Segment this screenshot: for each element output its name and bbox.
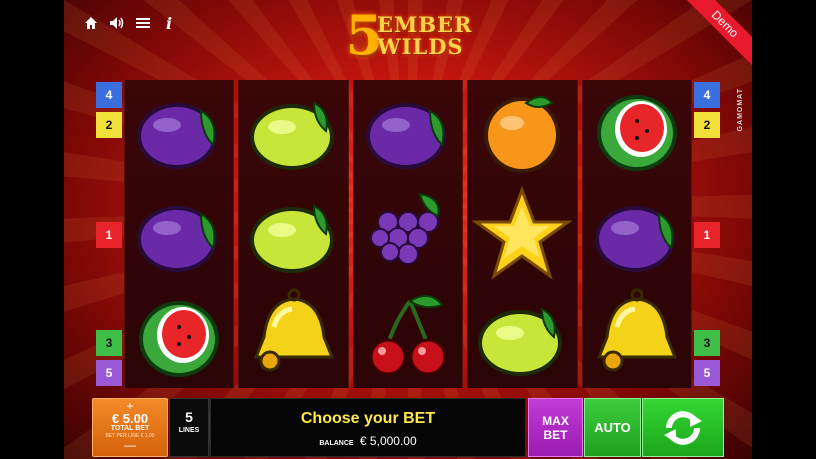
balance-value: € 5,000.00 bbox=[359, 434, 417, 448]
payline-marker-5[interactable]: 5 bbox=[96, 360, 122, 386]
bell-symbol bbox=[239, 285, 347, 388]
game-logo: 5 EMBER WILDS bbox=[334, 6, 484, 64]
payline-marker-3[interactable]: 3 bbox=[96, 330, 122, 356]
payline-marker-5[interactable]: 5 bbox=[694, 360, 720, 386]
total-bet-button[interactable]: + € 5.00 TOTAL BET BET PER LINE € 1.00 — bbox=[92, 398, 168, 457]
orange-symbol bbox=[468, 80, 576, 183]
lemon-symbol bbox=[239, 80, 347, 183]
lines-value: 5 bbox=[185, 409, 193, 425]
bet-minus-icon[interactable]: — bbox=[93, 439, 167, 451]
payline-marker-1[interactable]: 1 bbox=[96, 222, 122, 248]
grapes-symbol bbox=[354, 183, 462, 286]
plum-symbol bbox=[125, 183, 233, 286]
spin-icon bbox=[664, 410, 702, 445]
status-message: Choose your BET bbox=[300, 410, 436, 427]
reel-1 bbox=[124, 80, 235, 388]
sound-icon[interactable] bbox=[108, 14, 126, 32]
watermelon-symbol bbox=[583, 80, 691, 183]
control-bar: + € 5.00 TOTAL BET BET PER LINE € 1.00 —… bbox=[92, 398, 724, 457]
max-bet-button[interactable]: MAX BET bbox=[528, 398, 583, 457]
message-panel: Choose your BET BALANCE € 5,000.00 bbox=[210, 398, 526, 457]
lemon-symbol bbox=[468, 285, 576, 388]
payline-marker-3[interactable]: 3 bbox=[694, 330, 720, 356]
plum-symbol bbox=[354, 80, 462, 183]
reel-5 bbox=[581, 80, 693, 388]
total-bet-amount: € 5.00 bbox=[111, 411, 149, 426]
watermelon-symbol bbox=[125, 285, 233, 388]
payline-marker-2[interactable]: 2 bbox=[694, 112, 720, 138]
auto-button[interactable]: AUTO bbox=[584, 398, 641, 457]
reel-2 bbox=[238, 80, 349, 388]
max-bet-label-2: BET bbox=[543, 427, 568, 442]
reel-3 bbox=[352, 80, 464, 388]
lemon-symbol bbox=[239, 183, 347, 286]
info-icon[interactable]: i bbox=[160, 14, 178, 33]
payline-marker-1[interactable]: 1 bbox=[694, 222, 720, 248]
line-markers-right: 4 2 1 3 5 bbox=[694, 80, 720, 388]
home-icon[interactable] bbox=[82, 14, 100, 32]
game-stage: i 5 EMBER WILDS Demo GAMOMAT 42135 42135… bbox=[64, 0, 752, 459]
bell-symbol bbox=[583, 285, 691, 388]
line-markers-left: 4 2 1 3 5 bbox=[96, 80, 122, 388]
menu-icon[interactable] bbox=[134, 14, 152, 32]
cherries-symbol bbox=[354, 285, 462, 388]
star-symbol bbox=[468, 183, 576, 286]
balance-display: BALANCE € 5,000.00 bbox=[211, 434, 525, 448]
lines-label: LINES bbox=[178, 427, 200, 434]
toolbar: i bbox=[82, 14, 178, 33]
spin-button[interactable] bbox=[642, 398, 724, 457]
payline-marker-4[interactable]: 4 bbox=[96, 82, 122, 108]
lines-button[interactable]: 5 LINES bbox=[169, 398, 209, 457]
reel-grid bbox=[124, 80, 693, 388]
logo-word-ember: EMBER bbox=[377, 12, 473, 37]
payline-marker-4[interactable]: 4 bbox=[694, 82, 720, 108]
plum-symbol bbox=[125, 80, 233, 183]
logo-word-wilds: WILDS bbox=[377, 34, 464, 59]
balance-label: BALANCE bbox=[319, 440, 354, 447]
provider-label: GAMOMAT bbox=[737, 88, 744, 132]
total-bet-label: TOTAL BET bbox=[110, 425, 150, 432]
plum-symbol bbox=[583, 183, 691, 286]
reel-4 bbox=[467, 80, 578, 388]
payline-marker-2[interactable]: 2 bbox=[96, 112, 122, 138]
max-bet-label-1: MAX bbox=[542, 413, 569, 428]
